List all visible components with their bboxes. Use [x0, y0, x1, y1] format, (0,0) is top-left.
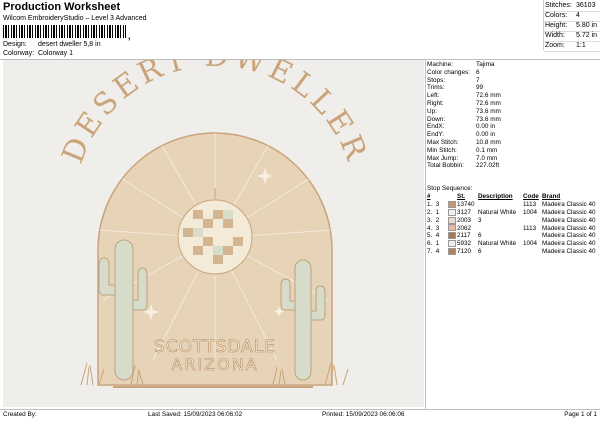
- col-number: #: [427, 193, 431, 201]
- param-color-changes: Color changes: 6: [427, 68, 480, 76]
- stat-zoom: Zoom: 1:1: [544, 42, 600, 52]
- footer-printed: Printed: 15/09/2023 06:06:06: [322, 411, 405, 418]
- col-swatch: [448, 193, 457, 201]
- colorway-value: Colorway 1: [37, 50, 73, 57]
- footer-page: Page 1 of 1: [564, 411, 597, 418]
- param-max-stitch: Max Stitch: 10.8 mm: [427, 138, 501, 146]
- design-info: Design: desert dweller 5,8 in: [3, 41, 101, 49]
- scottsdale-text: SCOTTSDALE: [154, 337, 276, 357]
- table-row: 3. 2 2003 3 Madeira Classic 40: [427, 216, 596, 224]
- embroidery-artwork: DESERT DWELLER SCOTTSDALE ARIZONA: [55, 60, 371, 388]
- param-up: Up: 73.6 mm: [427, 107, 501, 115]
- color-swatch: [448, 240, 456, 248]
- design-value: desert dweller 5,8 in: [37, 41, 101, 48]
- design-preview: DESERT DWELLER SCOTTSDALE ARIZONA: [3, 60, 424, 407]
- col-stitches: St.: [457, 193, 466, 201]
- param-min-stitch: Min Stitch: 0.1 mm: [427, 146, 498, 154]
- stats-panel: Stitches: 36103 Colors: 4 Height: 5.80 in W…: [544, 2, 600, 52]
- machine-parameters: Machine: Tajima Color changes: 6 Stops: 7 T…: [427, 61, 599, 170]
- param-endy: EndY: 0.00 in: [427, 131, 496, 139]
- footer-created-by: Created By:: [3, 411, 37, 418]
- color-swatch: [448, 224, 456, 232]
- stat-height: Height: 5.80 in: [544, 22, 600, 32]
- stop-sequence-label: Stop Sequence:: [427, 185, 473, 192]
- table-row: 6. 1 5932 Natural White 1004 Madeira Classic…: [427, 240, 596, 248]
- param-trims: Trims: 99: [427, 84, 484, 92]
- colorway-label: Colorway:: [3, 50, 35, 57]
- colorway-info: Colorway: Colorway 1: [3, 50, 73, 58]
- param-down: Down: 73.6 mm: [427, 115, 501, 123]
- param-total-bobbin: Total Bobbin: 227.02ft: [427, 162, 500, 170]
- table-row: 5. 4 2117 6 Madeira Classic 40: [427, 232, 596, 240]
- design-label: Design:: [3, 41, 27, 48]
- color-swatch: [448, 201, 456, 209]
- param-machine: Machine: Tajima: [427, 61, 495, 68]
- barcode-mark: ,: [128, 31, 131, 41]
- page-title: Production Worksheet: [3, 1, 121, 13]
- param-stops: Stops: 7: [427, 76, 480, 84]
- table-row: 2. 1 3127 Natural White 1004 Madeira Classic…: [427, 208, 596, 216]
- param-max-jump: Max Jump: 7.0 mm: [427, 154, 498, 162]
- table-header: # St. Description Code Brand: [427, 193, 599, 201]
- col-brand: Brand: [542, 193, 561, 201]
- table-row: 4. 3 2062 1113 Madeira Classic 40: [427, 224, 596, 232]
- param-right: Right: 72.6 mm: [427, 99, 501, 107]
- software-subtitle: Wilcom EmbroideryStudio – Level 3 Advanc…: [3, 15, 147, 22]
- color-swatch: [448, 247, 456, 255]
- footer-divider: [0, 409, 600, 410]
- panel-divider: [425, 59, 426, 409]
- table-row: 7. 4 7120 6 Madeira Classic 40: [427, 247, 596, 255]
- stat-colors: Colors: 4: [544, 12, 600, 22]
- col-code: Code: [523, 193, 539, 201]
- stat-width: Width: 5.72 in: [544, 32, 600, 42]
- footer-last-saved: Last Saved: 15/09/2023 06:06:02: [148, 411, 243, 418]
- table-row: 1. 3 13740 1113 Madeira Classic 40: [427, 201, 596, 209]
- color-swatch: [448, 232, 456, 240]
- param-endx: EndX: 0.00 in: [427, 123, 496, 131]
- param-left: Left: 72.6 mm: [427, 92, 501, 100]
- col-description: Description: [478, 193, 513, 201]
- color-swatch: [448, 216, 456, 224]
- stat-stitches: Stitches: 36103: [544, 2, 600, 12]
- barcode: [3, 25, 126, 38]
- stop-sequence-table: # St. Description Code Brand 1. 3 13740 11…: [427, 193, 599, 256]
- arizona-text: ARIZONA: [171, 355, 258, 374]
- color-swatch: [448, 208, 456, 216]
